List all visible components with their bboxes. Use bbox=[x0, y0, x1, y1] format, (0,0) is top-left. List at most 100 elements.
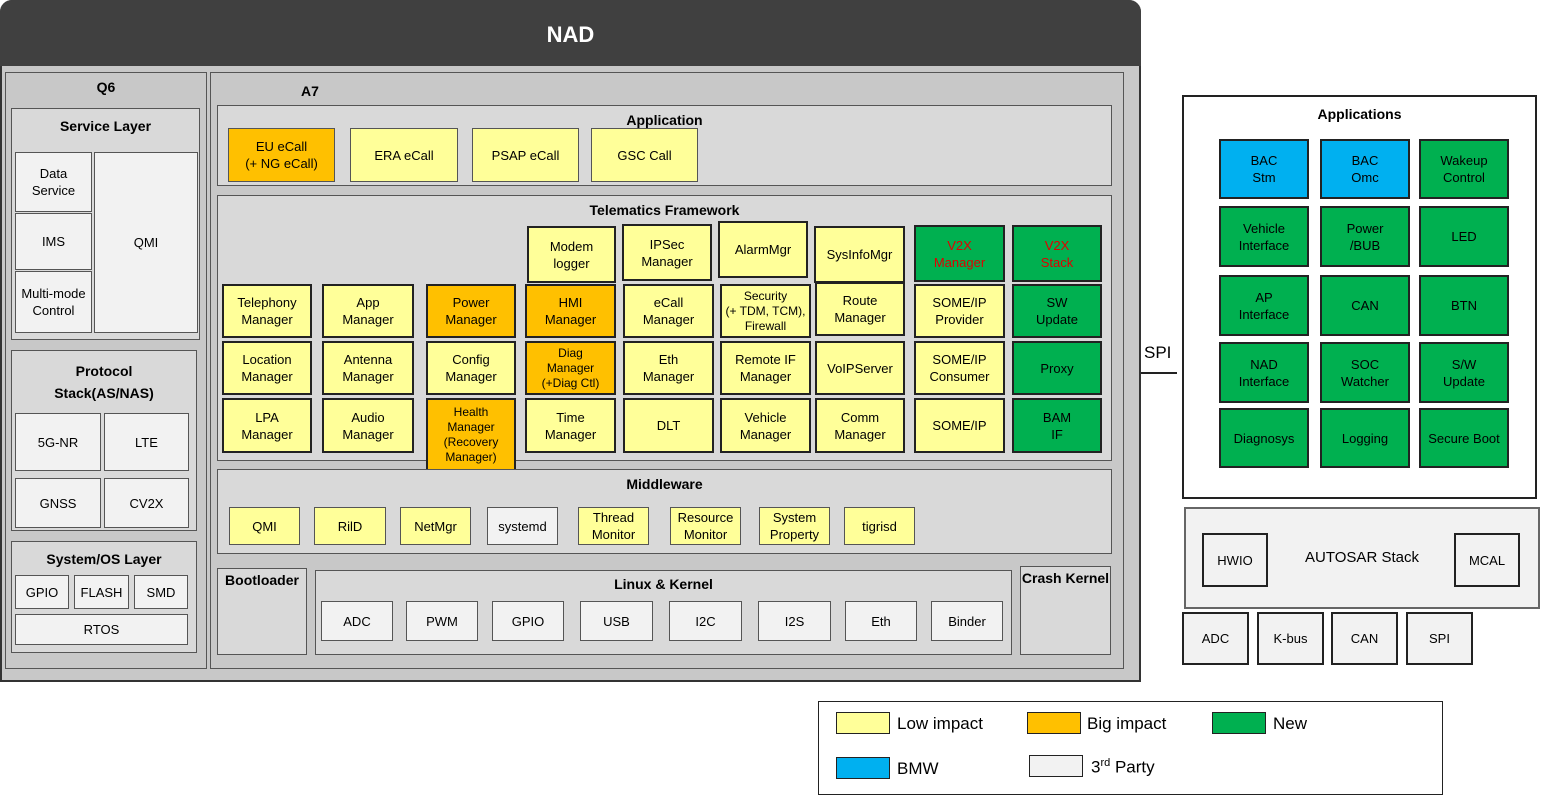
middleware-title: Middleware bbox=[626, 476, 703, 492]
sysinfomgr-box: SysInfoMgr bbox=[814, 226, 905, 283]
diag-manager-box: Diag Manager (+Diag Ctl) bbox=[525, 341, 616, 395]
route-manager-box: Route Manager bbox=[815, 282, 905, 336]
ap-interface-box: AP Interface bbox=[1219, 275, 1309, 336]
alarmmgr-box: AlarmMgr bbox=[718, 221, 808, 278]
location-manager-box: Location Manager bbox=[222, 341, 312, 395]
periph-kbus-box: K-bus bbox=[1257, 612, 1324, 665]
lk-gpio-box: GPIO bbox=[492, 601, 564, 641]
hmi-manager-box: HMI Manager bbox=[525, 284, 616, 338]
power-manager-box: Power Manager bbox=[426, 284, 516, 338]
bam-if-box: BAM IF bbox=[1012, 398, 1102, 453]
legend-third-label: 3rd Party bbox=[1091, 757, 1155, 778]
legend-low-label: Low impact bbox=[897, 714, 983, 733]
wakeup-control-box: Wakeup Control bbox=[1419, 139, 1509, 199]
lk-binder-box: Binder bbox=[931, 601, 1003, 641]
legend-third-post: Party bbox=[1110, 757, 1155, 777]
someip-provider-box: SOME/IP Provider bbox=[914, 284, 1005, 338]
audio-manager-box: Audio Manager bbox=[322, 398, 414, 453]
vehicle-manager-box: Vehicle Manager bbox=[720, 398, 811, 453]
telematics-title: Telematics Framework bbox=[589, 202, 740, 218]
v2x-stack-box: V2X Stack bbox=[1012, 225, 1102, 282]
smd-box: SMD bbox=[134, 575, 188, 609]
sw-update-box: SW Update bbox=[1012, 284, 1102, 338]
health-manager-box: Health Manager (Recovery Manager) bbox=[426, 398, 516, 471]
mcal-box: MCAL bbox=[1454, 533, 1520, 587]
data-service-box: Data Service bbox=[15, 152, 92, 212]
legend-third-swatch bbox=[1029, 755, 1083, 777]
lk-pwm-box: PWM bbox=[406, 601, 478, 641]
power-bub-box: Power /BUB bbox=[1320, 206, 1410, 267]
legend-low-swatch bbox=[836, 712, 890, 734]
cv2x-box: CV2X bbox=[104, 478, 189, 528]
legend-new-swatch bbox=[1212, 712, 1266, 734]
vehicle-interface-box: Vehicle Interface bbox=[1219, 206, 1309, 267]
mw-systemd-box: systemd bbox=[487, 507, 558, 545]
bac-omc-box: BAC Omc bbox=[1320, 139, 1410, 199]
era-ecall-box: ERA eCall bbox=[350, 128, 458, 182]
hwio-box: HWIO bbox=[1202, 533, 1268, 587]
mw-resource-monitor-box: Resource Monitor bbox=[670, 507, 741, 545]
spi-label: SPI bbox=[1144, 343, 1172, 362]
legend-big-label: Big impact bbox=[1087, 714, 1167, 733]
diagnosys-box: Diagnosys bbox=[1219, 408, 1309, 468]
modem-logger-box: Modem logger bbox=[527, 226, 616, 283]
periph-spi-box: SPI bbox=[1406, 612, 1473, 665]
soc-watcher-box: SOC Watcher bbox=[1320, 342, 1410, 403]
lk-i2c-box: I2C bbox=[669, 601, 742, 641]
btn-box: BTN bbox=[1419, 275, 1509, 336]
q6-title: Q6 bbox=[96, 79, 116, 95]
lpa-manager-box: LPA Manager bbox=[222, 398, 312, 453]
bootloader-title: Bootloader bbox=[225, 572, 299, 588]
flash-box: FLASH bbox=[74, 575, 129, 609]
applications-title: Applications bbox=[1317, 106, 1402, 122]
a7-title: A7 bbox=[301, 83, 319, 99]
gnss-box: GNSS bbox=[15, 478, 101, 528]
ecall-manager-box: eCall Manager bbox=[623, 284, 714, 338]
security-box: Security (+ TDM, TCM), Firewall bbox=[720, 284, 811, 338]
lk-i2s-box: I2S bbox=[758, 601, 831, 641]
psap-ecall-box: PSAP eCall bbox=[472, 128, 579, 182]
mw-tigrisd-box: tigrisd bbox=[844, 507, 915, 545]
legend-bmw-swatch bbox=[836, 757, 890, 779]
gsc-call-box: GSC Call bbox=[591, 128, 698, 182]
mw-qmi-box: QMI bbox=[229, 507, 300, 545]
lk-adc-box: ADC bbox=[321, 601, 393, 641]
config-manager-box: Config Manager bbox=[426, 341, 516, 395]
remote-if-manager-box: Remote IF Manager bbox=[720, 341, 811, 395]
antenna-manager-box: Antenna Manager bbox=[322, 341, 414, 395]
system-os-title: System/OS Layer bbox=[46, 551, 162, 567]
eu-ecall-box: EU eCall (+ NG eCall) bbox=[228, 128, 335, 182]
protocol-stack-title: Protocol Stack(AS/NAS) bbox=[54, 363, 154, 401]
someip-box: SOME/IP bbox=[914, 398, 1005, 453]
nad-interface-box: NAD Interface bbox=[1219, 342, 1309, 403]
mw-rild-box: RilD bbox=[314, 507, 386, 545]
mw-system-property-box: System Property bbox=[759, 507, 830, 545]
mw-thread-monitor-box: Thread Monitor bbox=[578, 507, 649, 545]
time-manager-box: Time Manager bbox=[525, 398, 616, 453]
legend-new-label: New bbox=[1273, 714, 1308, 733]
crash-kernel-title: Crash Kernel bbox=[1021, 570, 1110, 586]
rtos-box: RTOS bbox=[15, 614, 188, 645]
service-layer-title: Service Layer bbox=[59, 118, 152, 134]
can-app-box: CAN bbox=[1320, 275, 1410, 336]
lte-box: LTE bbox=[104, 413, 189, 471]
legend-third-sup: rd bbox=[1100, 757, 1111, 769]
ipsec-manager-box: IPSec Manager bbox=[622, 224, 712, 281]
v2x-manager-box: V2X Manager bbox=[914, 225, 1005, 282]
dlt-box: DLT bbox=[623, 398, 714, 453]
secure-boot-box: Secure Boot bbox=[1419, 408, 1509, 468]
legend-bmw-label: BMW bbox=[897, 759, 939, 778]
voipserver-box: VoIPServer bbox=[815, 341, 905, 395]
linux-kernel-title: Linux & Kernel bbox=[614, 576, 713, 592]
lk-usb-box: USB bbox=[580, 601, 653, 641]
legend-big-swatch bbox=[1027, 712, 1081, 734]
app-manager-box: App Manager bbox=[322, 284, 414, 338]
telephony-manager-box: Telephony Manager bbox=[222, 284, 312, 338]
mw-netmgr-box: NetMgr bbox=[400, 507, 471, 545]
gpio-q6-box: GPIO bbox=[15, 575, 69, 609]
ims-box: IMS bbox=[15, 213, 92, 270]
lk-eth-box: Eth bbox=[845, 601, 917, 641]
comm-manager-box: Comm Manager bbox=[815, 398, 905, 453]
5g-nr-box: 5G-NR bbox=[15, 413, 101, 471]
led-box: LED bbox=[1419, 206, 1509, 267]
